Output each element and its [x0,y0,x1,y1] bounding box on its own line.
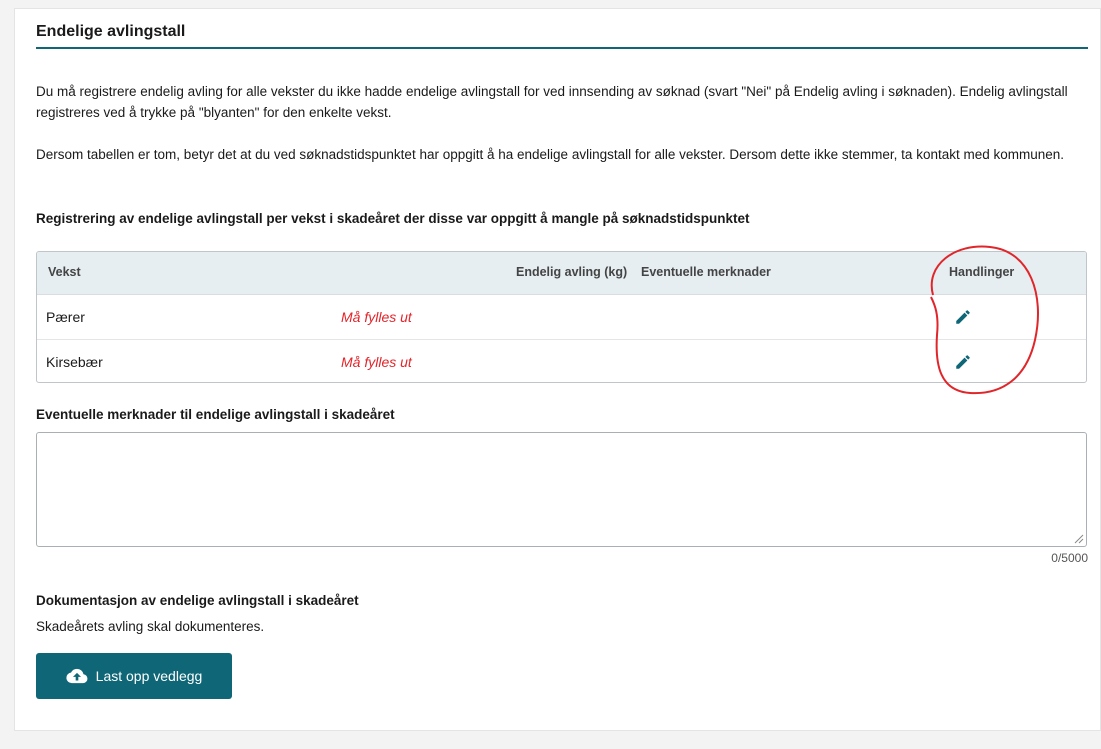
table-row: Pærer Må fylles ut [37,295,1086,340]
edit-button[interactable] [952,351,974,373]
character-counter: 0/5000 [1051,551,1088,565]
upload-attachment-button[interactable]: Last opp vedlegg [36,653,232,699]
edit-button[interactable] [952,306,974,328]
column-header-merknader: Eventuelle merknader [641,265,771,279]
column-header-handlinger: Handlinger [949,265,1015,279]
empty-table-note: Dersom tabellen er tom, betyr det at du … [36,147,1065,162]
resize-grip-icon[interactable] [1074,534,1084,544]
table-row: Kirsebær Må fylles ut [37,340,1086,382]
crop-name: Pærer [46,309,85,325]
remarks-textarea[interactable] [36,432,1087,547]
crop-table: Vekst Endelig avling (kg) Eventuelle mer… [36,251,1087,383]
column-header-endelig-avling: Endelig avling (kg) [516,265,628,279]
column-header-vekst: Vekst [48,265,81,279]
final-yield-card: Endelige avlingstall Du må registrere en… [14,8,1101,731]
cloud-upload-icon [66,668,88,684]
required-status: Må fylles ut [341,309,412,325]
upload-label: Last opp vedlegg [95,668,203,684]
table-heading: Registrering av endelige avlingstall per… [36,211,750,226]
required-status: Må fylles ut [341,354,412,370]
section-title: Endelige avlingstall [36,23,1088,49]
documentation-heading: Dokumentasjon av endelige avlingstall i … [36,593,359,608]
crop-name: Kirsebær [46,354,103,370]
pencil-icon [956,310,970,324]
table-header: Vekst Endelig avling (kg) Eventuelle mer… [37,252,1086,295]
documentation-text: Skadeårets avling skal dokumenteres. [36,619,265,634]
pencil-icon [956,355,970,369]
intro-text: Du må registrere endelig avling for alle… [36,84,1068,120]
remarks-label: Eventuelle merknader til endelige avling… [36,407,395,422]
